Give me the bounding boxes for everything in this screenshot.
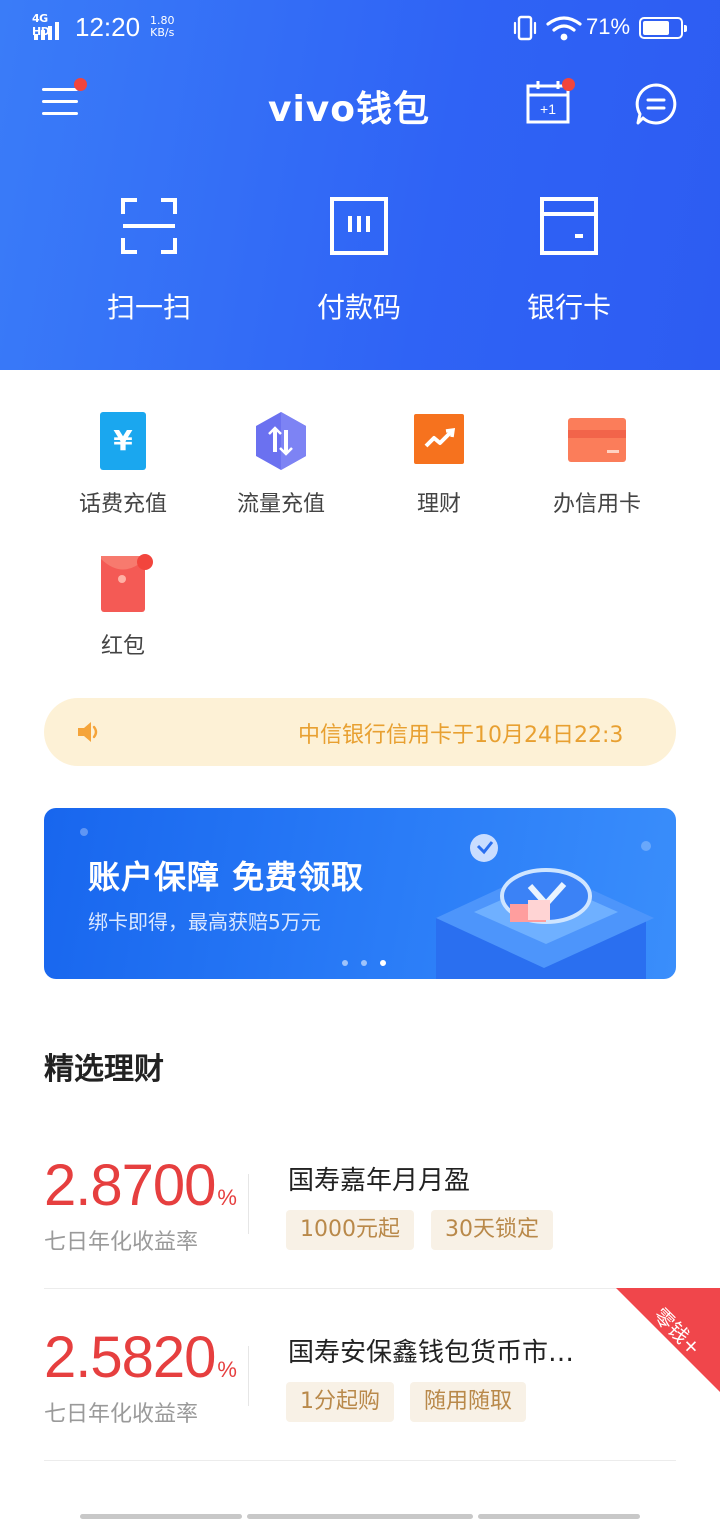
- data-recharge-icon: [256, 412, 306, 470]
- speed-unit: KB/s: [150, 26, 175, 39]
- battery-percent: 71%: [586, 14, 631, 39]
- service-label: 话费充值: [78, 492, 167, 517]
- status-bar: 4G HD 12:20 1.80 KB/s 71%: [0, 0, 720, 58]
- wifi-icon: [546, 16, 582, 41]
- app-title: vivo钱包: [268, 89, 431, 130]
- product-tag: 1000元起: [286, 1210, 414, 1250]
- product-rate-label: 七日年化收益率: [44, 1230, 199, 1255]
- red-packet-notification-dot: [137, 554, 153, 570]
- svg-text:¥: ¥: [113, 424, 133, 457]
- scan-button[interactable]: 扫一扫: [74, 196, 224, 326]
- product-name: 国寿嘉年月月盈: [288, 1166, 471, 1196]
- service-credit-card[interactable]: 办信用卡: [537, 412, 657, 522]
- product-card[interactable]: 2.8700% 七日年化收益率 国寿嘉年月月盈 1000元起 30天锁定: [44, 1128, 676, 1300]
- product-rate: 2.8700%: [44, 1153, 237, 1218]
- divider: [44, 1460, 676, 1461]
- product-name: 国寿安保鑫钱包货币市…: [288, 1338, 575, 1368]
- product-card[interactable]: 2.5820% 七日年化收益率 国寿安保鑫钱包货币市… 1分起购 随用随取: [44, 1300, 676, 1472]
- battery-icon: [639, 17, 687, 39]
- payment-code-label: 付款码: [316, 291, 401, 324]
- calendar-badge: +1: [540, 101, 556, 117]
- menu-notification-dot: [74, 78, 87, 91]
- bank-card-label: 银行卡: [526, 291, 611, 324]
- service-data-recharge[interactable]: 流量充值: [221, 412, 341, 522]
- scan-label: 扫一扫: [106, 291, 191, 324]
- phone-recharge-icon: ¥: [100, 412, 146, 470]
- service-label: 流量充值: [236, 492, 325, 517]
- calendar-notification-dot: [562, 78, 575, 91]
- product-rate-label: 七日年化收益率: [44, 1402, 199, 1427]
- banner-pagination: [342, 960, 392, 968]
- banner-dot: [361, 960, 367, 966]
- banner-subtext: 绑卡即得，最高获赔5万元: [88, 910, 321, 934]
- banner-headline: 账户保障 免费领取: [88, 858, 365, 896]
- network-speed: 1.80 KB/s: [150, 15, 175, 39]
- finance-icon: [414, 414, 464, 464]
- message-button[interactable]: [632, 80, 680, 128]
- payment-code-button[interactable]: 付款码: [284, 196, 434, 326]
- service-label: 红包: [100, 634, 145, 659]
- signal-icon: 4G HD: [32, 12, 68, 40]
- banner-dot: [380, 960, 386, 966]
- header: 4G HD 12:20 1.80 KB/s 71% vivo钱包: [0, 0, 720, 370]
- vibrate-icon: [513, 15, 537, 41]
- bottom-tab-indicators: [0, 1512, 720, 1520]
- product-tag: 1分起购: [286, 1382, 394, 1422]
- bank-card-button[interactable]: 银行卡: [494, 196, 644, 326]
- service-label: 办信用卡: [552, 492, 641, 517]
- notice-text: 中信银行信用卡于10月24日22:3: [298, 723, 624, 748]
- product-tag: 30天锁定: [431, 1210, 553, 1250]
- banner-dot: [342, 960, 348, 966]
- speaker-icon: [78, 722, 98, 742]
- service-red-packet[interactable]: 红包: [63, 554, 183, 664]
- product-tag: 随用随取: [410, 1382, 527, 1422]
- promo-banner[interactable]: 账户保障 免费领取 绑卡即得，最高获赔5万元: [44, 808, 676, 979]
- calendar-button[interactable]: +1: [524, 78, 576, 126]
- scan-icon: [121, 198, 177, 254]
- section-title: 精选理财: [44, 1052, 164, 1087]
- service-phone-recharge[interactable]: ¥ 话费充值: [63, 412, 183, 522]
- bank-card-icon: [540, 197, 598, 255]
- message-icon: [635, 83, 677, 125]
- product-rate: 2.5820%: [44, 1325, 237, 1390]
- status-time: 12:20: [75, 12, 141, 42]
- service-label: 理财: [416, 492, 461, 517]
- payment-code-icon: [330, 197, 388, 255]
- credit-card-icon: [568, 418, 626, 462]
- battery-fill: [643, 21, 669, 35]
- divider: [44, 1288, 676, 1289]
- service-finance[interactable]: 理财: [379, 412, 499, 522]
- notice-bar[interactable]: 中信银行信用卡于10月24日22:3: [44, 698, 676, 766]
- corner-ribbon: 零钱+: [616, 1288, 720, 1392]
- menu-button[interactable]: [42, 78, 87, 120]
